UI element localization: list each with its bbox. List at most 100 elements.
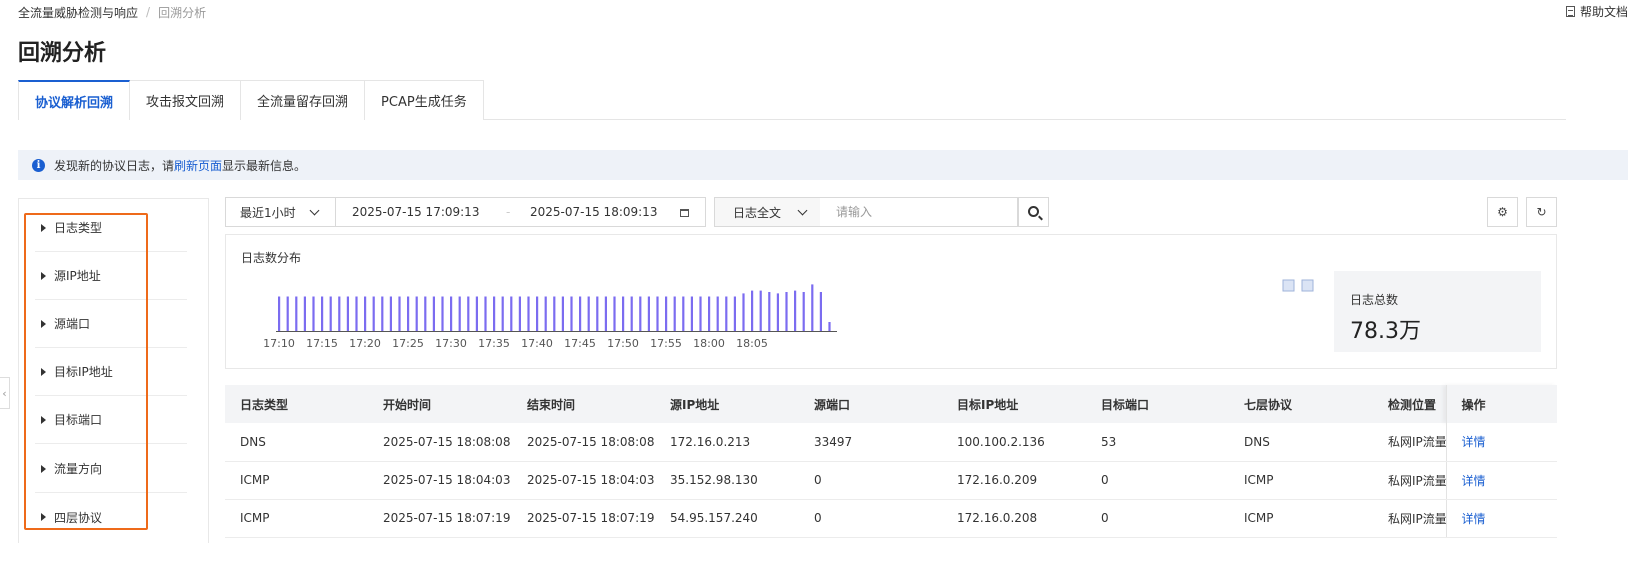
detail-link[interactable]: 详情 [1462,435,1486,449]
chart-bar [733,296,736,331]
filter-l4-protocol[interactable]: 四层协议 [35,493,187,541]
chart-bar [510,296,513,331]
table-cell: ICMP [225,461,368,500]
chart-bar [561,296,564,331]
filter-log-type[interactable]: 日志类型 [35,204,187,252]
time-range-value: 最近1小时 [240,205,296,220]
chart-bar [794,290,797,331]
x-tick-label: 17:35 [478,337,510,350]
caret-right-icon [41,464,46,473]
calendar-icon [680,209,689,217]
settings-button[interactable]: ⚙ [1487,197,1518,227]
chart-bar [768,292,771,331]
chart-bar [699,296,702,331]
chart-bar [321,296,324,331]
zoom-tools [1282,279,1314,292]
table-cell: 私网IP流量 [1373,499,1446,538]
search-input[interactable] [820,197,1018,227]
tab-protocol-parse[interactable]: 协议解析回溯 [18,80,131,121]
chart-bar [278,296,281,331]
total-count-box: 日志总数 78.3万 [1334,271,1541,352]
x-tick-label: 17:55 [650,337,682,350]
tab-pcap-task[interactable]: PCAP生成任务 [365,80,484,120]
tab-attack-packet[interactable]: 攻击报文回溯 [130,80,242,120]
table-header-row: 日志类型 开始时间 结束时间 源IP地址 源端口 目标IP地址 目标端口 七层协… [225,385,1557,423]
search-field-select[interactable]: 日志全文 [714,197,820,227]
chart-bar [639,296,642,331]
tab-full-traffic[interactable]: 全流量留存回溯 [241,80,366,120]
detail-link[interactable]: 详情 [1462,512,1486,526]
refresh-button[interactable]: ↻ [1526,197,1557,227]
chart-bar [536,296,539,331]
chart-bar [802,292,805,331]
breadcrumb: 全流量威胁检测与响应 / 回溯分析 [18,3,206,21]
filter-traffic-direction[interactable]: 流量方向 [35,445,187,493]
chart-bar [518,296,521,331]
zoom-reset-icon[interactable] [1301,279,1314,292]
date-range-picker[interactable]: 2025-07-15 17:09:13 - 2025-07-15 18:09:1… [335,197,706,227]
info-icon: i [32,158,45,172]
table-cell: 0 [799,499,942,538]
table-cell: 详情 [1445,499,1557,538]
table-cell: 172.16.0.208 [942,499,1086,538]
x-tick-label: 17:25 [392,337,424,350]
log-distribution-chart: 17:10 17:15 17:20 17:25 17:30 17:35 17:40 17:45… [263,279,1314,350]
total-count-label: 日志总数 [1350,293,1399,307]
chevron-down-icon [797,205,808,216]
search-button[interactable] [1018,197,1049,227]
detail-link[interactable]: 详情 [1462,474,1486,488]
chart-bar [493,296,496,331]
column-header: 日志类型 [225,385,368,423]
chart-bar [613,296,616,331]
log-distribution-card: 日志数分布 17:10 17:15 17:20 17:25 17:30 17:35 17:4… [225,234,1557,369]
column-header: 源IP地址 [655,385,799,423]
column-header: 目标IP地址 [942,385,1086,423]
help-docs-label: 帮助文档 [1579,5,1628,19]
chart-bar [501,296,504,331]
table-cell: DNS [225,423,368,462]
x-tick-label: 17:15 [306,337,338,350]
table-cell: ICMP [1229,499,1373,538]
caret-right-icon [41,513,46,521]
filter-target-port[interactable]: 目标端口 [35,396,187,444]
table-cell: 33497 [799,423,942,462]
x-tick-label: 17:40 [521,337,553,350]
filter-source-port[interactable]: 源端口 [35,300,187,348]
table-cell: 0 [1086,461,1229,500]
caret-right-icon [41,415,46,424]
collapse-panel-handle[interactable]: ‹ [0,377,10,409]
breadcrumb-root[interactable]: 全流量威胁检测与响应 [18,4,138,21]
table-cell: DNS [1229,423,1373,462]
chevron-left-icon: ‹ [2,386,7,400]
date-separator: - [506,205,511,219]
chart-bar [811,284,814,331]
filter-source-ip[interactable]: 源IP地址 [35,252,187,300]
x-tick-label: 17:50 [607,337,639,350]
filter-target-ip[interactable]: 目标IP地址 [35,348,187,396]
document-icon [1565,6,1575,17]
zoom-area-icon[interactable] [1282,279,1295,292]
table-cell: 2025-07-15 18:08:08 [368,423,512,462]
time-range-select[interactable]: 最近1小时 [225,197,336,227]
table-cell: 0 [799,461,942,500]
table-cell: ICMP [1229,461,1373,500]
chart-bar [484,296,487,331]
refresh-page-link[interactable]: 刷新页面 [174,157,222,174]
table-cell: 0 [1086,499,1229,538]
caret-right-icon [41,223,46,232]
chart-bar [364,296,367,331]
column-header: 操作 [1445,385,1557,423]
chart-bar [295,296,298,331]
help-docs-link[interactable]: 帮助文档 [1565,3,1628,20]
table-cell: 54.95.157.240 [655,499,799,538]
x-tick-label: 17:30 [435,337,467,350]
chart-bar [759,290,762,331]
column-header: 源端口 [799,385,942,423]
table-cell: 2025-07-15 18:07:19 [512,499,655,538]
search-icon [1028,206,1039,217]
chart-bar [656,296,659,331]
table-cell: 详情 [1445,461,1557,500]
x-tick-label: 17:20 [349,337,381,350]
table-cell: 172.16.0.209 [942,461,1086,500]
table-cell: 私网IP流量 [1373,423,1446,462]
